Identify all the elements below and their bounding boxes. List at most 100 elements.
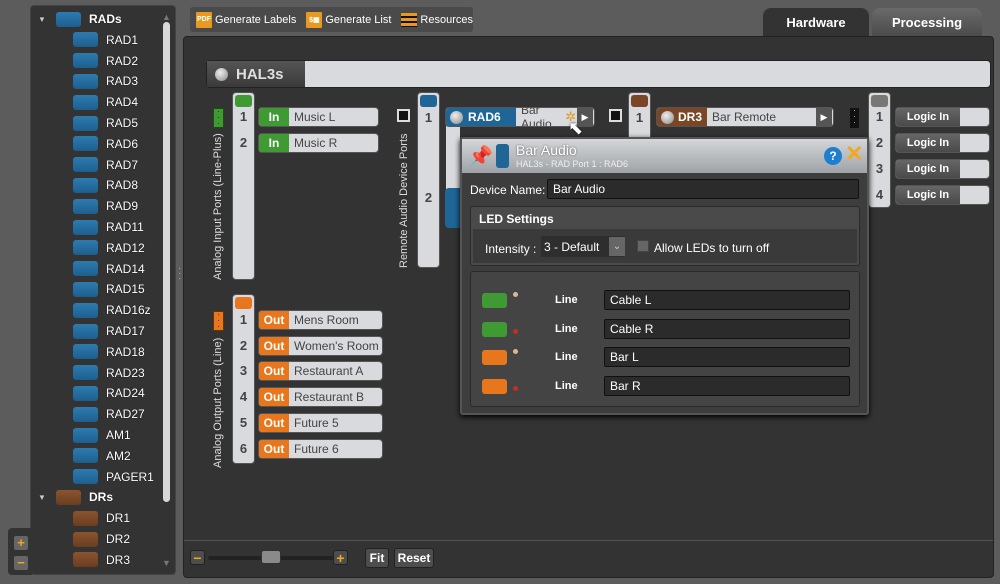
tree-item[interactable]: RAD14	[73, 259, 145, 279]
output-port-1[interactable]: Out Mens Room	[258, 310, 383, 330]
tree-group-drs[interactable]: ▼ DRs	[38, 487, 113, 507]
pin-icon[interactable]: 📌	[468, 144, 493, 169]
output-port-3[interactable]: Out Restaurant A	[258, 361, 383, 381]
tree-item[interactable]: RAD2	[73, 51, 138, 71]
output-port-5[interactable]: Out Future 5	[258, 413, 383, 433]
device-icon	[73, 240, 98, 256]
tree-item[interactable]: RAD3	[73, 71, 138, 91]
device-icon	[73, 94, 98, 110]
tree-item[interactable]: RAD23	[73, 363, 145, 383]
inputs-section-label: Analog Input Ports (Line-Plus)	[212, 133, 224, 280]
tree-item[interactable]: RAD16z	[73, 300, 151, 320]
tree-item[interactable]: RAD6	[73, 134, 138, 154]
output-port-6[interactable]: Out Future 6	[258, 439, 383, 459]
port-name: Music R	[294, 136, 338, 150]
output-port-2[interactable]: Out Women's Room	[258, 336, 383, 356]
mouse-cursor-icon: ⬉	[568, 118, 584, 138]
port-name: Future 5	[294, 416, 339, 430]
intensity-select[interactable]: 3 - Default ⌄	[541, 236, 625, 257]
device-name-input[interactable]: Bar Audio	[547, 179, 859, 199]
tree-item-label: PAGER1	[106, 469, 154, 484]
channel-name-input[interactable]: Bar L	[604, 347, 850, 367]
tree-item[interactable]: AM2	[73, 446, 131, 466]
zoom-slider-thumb[interactable]	[260, 550, 281, 564]
port-number: 2	[875, 135, 884, 150]
channel-name-input[interactable]: Cable R	[604, 318, 850, 339]
tree-item[interactable]: RAD12	[73, 238, 145, 258]
port-direction-tag: In	[259, 108, 289, 126]
logic-port-2[interactable]: Logic In	[895, 133, 990, 153]
generate-list-button[interactable]: $▦ Generate List	[306, 11, 391, 28]
tab-processing[interactable]: Processing	[872, 8, 982, 37]
tree-add-remove: + −	[8, 528, 32, 575]
help-icon[interactable]: ?	[824, 147, 842, 165]
tree-item[interactable]: RAD24	[73, 383, 145, 403]
tree-item[interactable]: RAD8	[73, 175, 138, 195]
logic-label: Logic In	[896, 108, 960, 126]
output-port-4[interactable]: Out Restaurant B	[258, 387, 383, 407]
expand-arrow-icon[interactable]: ▶	[816, 108, 832, 126]
channel-name-input[interactable]: Bar R	[604, 375, 850, 396]
port-number: 2	[424, 190, 433, 205]
tree-item[interactable]: RAD5	[73, 113, 138, 133]
tree-item[interactable]: AM1	[73, 425, 131, 445]
tree-item[interactable]: RAD27	[73, 404, 145, 424]
port-number: 1	[635, 110, 644, 125]
device-icon	[73, 157, 98, 173]
input-port-1[interactable]: In Music L	[258, 107, 379, 127]
scroll-up-icon[interactable]: ▲	[162, 12, 171, 22]
tree-item[interactable]: RAD17	[73, 321, 145, 341]
caret-down-icon[interactable]: ▼	[38, 15, 46, 24]
tree-item[interactable]: RAD4	[73, 92, 138, 112]
reset-button[interactable]: Reset	[394, 548, 434, 568]
tree-item[interactable]: RAD18	[73, 342, 145, 362]
tree-item[interactable]: RAD7	[73, 155, 138, 175]
tree-item-label: RAD27	[106, 407, 145, 422]
tree-group-rads[interactable]: ▼ RADs	[38, 9, 122, 29]
input-port-2[interactable]: In Music R	[258, 133, 379, 153]
close-icon[interactable]: ✕	[845, 141, 863, 167]
generate-labels-button[interactable]: PDF Generate Labels	[196, 11, 296, 28]
logic-port-3[interactable]: Logic In	[895, 159, 990, 179]
chevron-down-icon[interactable]: ⌄	[609, 237, 625, 256]
dialog-header[interactable]: 📌 Bar Audio HAL3s - RAD Port 1 : RAD6 ? …	[462, 139, 867, 173]
port-name: Mens Room	[294, 313, 359, 327]
scrollbar-thumb[interactable]	[163, 22, 170, 502]
logic-label: Logic In	[896, 160, 960, 178]
tree-item[interactable]: DR2	[73, 529, 130, 549]
channel-type: Line	[555, 294, 578, 306]
device-header[interactable]: HAL3s	[206, 60, 991, 88]
tree-item[interactable]: RAD1	[73, 30, 138, 50]
tab-hardware[interactable]: Hardware	[763, 8, 869, 37]
scroll-down-icon[interactable]: ▼	[162, 558, 171, 568]
tree-item-label: RAD12	[106, 240, 145, 255]
tree-item[interactable]: RAD9	[73, 196, 138, 216]
zoom-in-button[interactable]: +	[333, 550, 348, 566]
tree-item[interactable]: PAGER1	[73, 467, 154, 487]
port-number: 2	[239, 135, 248, 150]
logic-port-1[interactable]: Logic In	[895, 107, 990, 127]
remove-button[interactable]: −	[14, 556, 28, 570]
resources-icon	[401, 12, 418, 27]
caret-down-icon[interactable]: ▼	[38, 493, 46, 502]
add-button[interactable]: +	[14, 536, 28, 550]
tree-item[interactable]: RAD11	[73, 217, 144, 237]
resources-button[interactable]: Resources	[401, 12, 473, 27]
fit-button[interactable]: Fit	[365, 548, 389, 568]
device-icon	[73, 531, 98, 547]
allow-leds-off-checkbox[interactable]	[637, 240, 649, 252]
tree-item[interactable]: DR3	[73, 550, 130, 570]
tree-item[interactable]: RAD15	[73, 279, 145, 299]
device-icon	[73, 427, 98, 443]
remote-section-label: Remote Audio Device Ports	[398, 133, 410, 268]
device-title: HAL3s	[236, 65, 284, 83]
jack-icon	[512, 291, 519, 298]
tree-item[interactable]: DR1	[73, 508, 130, 528]
dr3-device[interactable]: DR3 Bar Remote ▶	[656, 107, 834, 127]
logic-port-4[interactable]: Logic In	[895, 185, 990, 205]
tree-item-label: RAD3	[106, 74, 139, 89]
splitter-handle[interactable]: · · ·	[178, 264, 181, 284]
device-name: Bar Audio	[521, 107, 552, 127]
channel-name-input[interactable]: Cable L	[604, 290, 850, 310]
zoom-out-button[interactable]: −	[190, 550, 205, 566]
